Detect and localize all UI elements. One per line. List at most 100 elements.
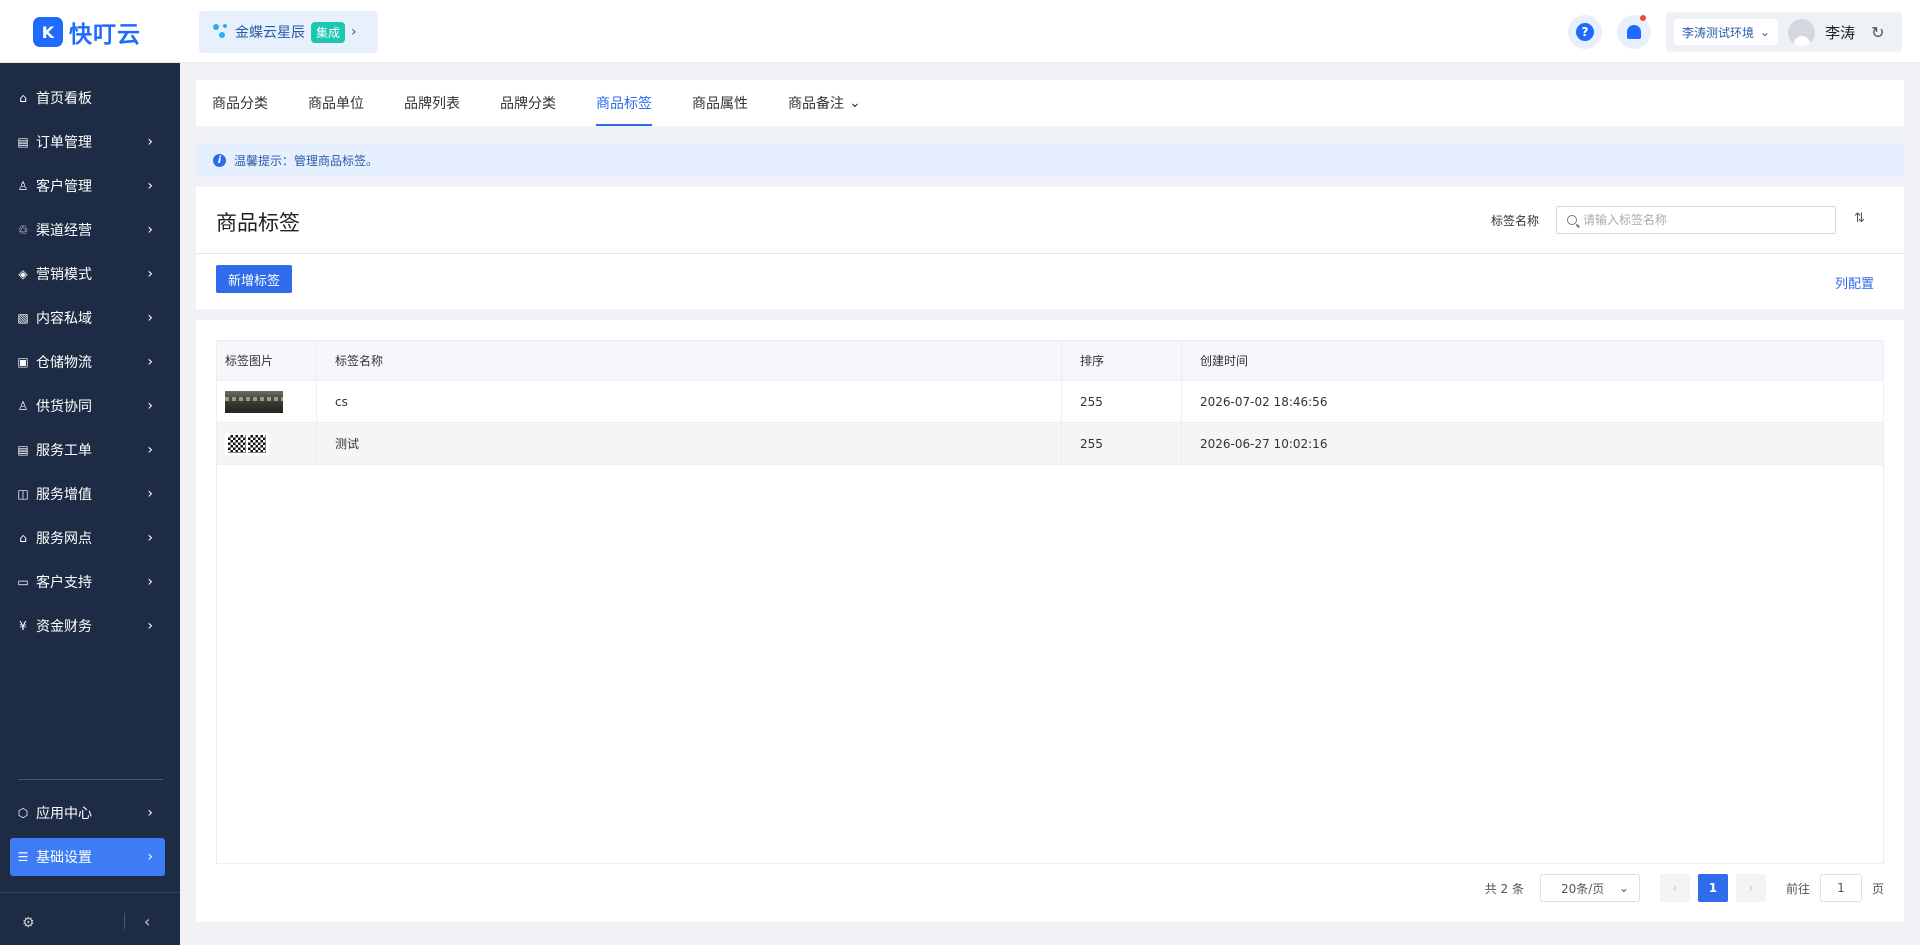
sidebar-item-warehouse[interactable]: ▣ 仓储物流 › <box>10 343 165 381</box>
page-suffix: 页 <box>1871 881 1884 896</box>
table-row[interactable]: cs 255 2026-07-02 18:46:56 <box>217 381 1883 423</box>
tag-icon: ◈ <box>18 267 28 281</box>
sidebar: ⌂ 首页看板 ▤ 订单管理 › ♙ 客户管理 › ♲ 渠道经营 › ◈ 营销模式 › ▧ 内容私域 ›… <box>0 63 180 945</box>
tab-product-category[interactable]: 商品分类 <box>212 80 268 126</box>
divider <box>196 253 1904 254</box>
chevron-right-icon: › <box>147 266 153 282</box>
integration-tag: 集成 <box>311 21 346 43</box>
search-box <box>1556 206 1836 234</box>
sidebar-item-app-center[interactable]: ⬡ 应用中心 › <box>10 794 165 832</box>
sidebar-item-orders[interactable]: ▤ 订单管理 › <box>10 123 165 161</box>
tab-product-unit[interactable]: 商品单位 <box>308 80 364 126</box>
notification-dot <box>1640 15 1646 21</box>
pagination: 共 2 条 20条/页 ⌄ ‹ 1 › 前往 页 <box>1485 874 1884 902</box>
search-input[interactable] <box>1583 213 1823 227</box>
home-icon: ⌂ <box>19 91 27 105</box>
help-icon: ? <box>1576 23 1594 41</box>
yen-icon: ¥ <box>19 619 27 633</box>
tab-bar: 商品分类 商品单位 品牌列表 品牌分类 商品标签 商品属性 商品备注 ⌄ <box>196 80 1904 126</box>
app-logo[interactable]: K 快叮云 <box>33 15 141 49</box>
tab-product-notes[interactable]: 商品备注 ⌄ <box>788 80 861 126</box>
tab-product-attributes[interactable]: 商品属性 <box>692 80 748 126</box>
search-icon <box>1567 215 1577 225</box>
tag-thumbnail[interactable] <box>225 432 269 455</box>
user-panel: 李涛测试环境 ⌄ 李涛 ↻ <box>1666 12 1902 52</box>
page-number-current[interactable]: 1 <box>1697 874 1728 902</box>
env-select[interactable]: 李涛测试环境 ⌄ <box>1674 19 1779 45</box>
created-cell: 2026-06-27 10:02:16 <box>1200 436 1328 451</box>
sidebar-item-workorders[interactable]: ▤ 服务工单 › <box>10 431 165 469</box>
chevron-right-icon: › <box>147 574 153 590</box>
sidebar-item-channels[interactable]: ♲ 渠道经营 › <box>10 211 165 249</box>
sort-cell: 255 <box>1062 423 1182 464</box>
sidebar-item-finance[interactable]: ¥ 资金财务 › <box>10 607 165 645</box>
sidebar-item-supply[interactable]: ♙ 供货协同 › <box>10 387 165 425</box>
sidebar-item-label: 服务工单 <box>36 443 92 459</box>
collapse-sidebar-icon[interactable]: ‹ <box>144 912 150 931</box>
gear-icon[interactable]: ⚙ <box>22 915 35 931</box>
sidebar-item-label: 仓储物流 <box>36 355 92 371</box>
sidebar-item-outlets[interactable]: ⌂ 服务网点 › <box>10 519 165 557</box>
page-size-select[interactable]: 20条/页 ⌄ <box>1539 874 1640 902</box>
sort-icon[interactable]: ⇅ <box>1854 211 1865 226</box>
header-tag-name: 标签名称 <box>317 341 1062 380</box>
env-label: 李涛测试环境 <box>1682 25 1755 40</box>
tags-table: 标签图片 标签名称 排序 创建时间 cs 255 2026-07-02 18:4… <box>216 340 1884 864</box>
user-icon: ♙ <box>17 179 29 193</box>
header-created: 创建时间 <box>1200 354 1249 368</box>
page-title: 商品标签 <box>216 211 300 235</box>
sidebar-item-label: 客户管理 <box>36 179 92 195</box>
top-header: K 快叮云 金蝶云星辰 集成 › ? 李涛测试环境 ⌄ 李涛 ↻ <box>0 0 1920 63</box>
notification-button[interactable] <box>1617 15 1651 49</box>
avatar[interactable] <box>1788 18 1816 46</box>
supplier-icon: ♙ <box>17 399 29 413</box>
next-page-button[interactable]: › <box>1735 874 1766 902</box>
chevron-right-icon: › <box>147 178 153 194</box>
chevron-right-icon: › <box>147 398 153 414</box>
prev-page-button[interactable]: ‹ <box>1659 874 1690 902</box>
sidebar-item-label: 基础设置 <box>36 850 92 866</box>
sort-cell: 255 <box>1062 381 1182 422</box>
logo-icon: K <box>33 17 63 47</box>
table-header: 标签图片 标签名称 排序 创建时间 <box>217 341 1883 381</box>
tab-brand-category[interactable]: 品牌分类 <box>500 80 556 126</box>
sidebar-divider <box>18 779 163 780</box>
chevron-right-icon: › <box>147 486 153 502</box>
total-count: 共 2 条 <box>1484 881 1524 896</box>
tag-image-cell <box>217 381 317 422</box>
username[interactable]: 李涛 <box>1825 22 1855 43</box>
sidebar-item-marketing[interactable]: ◈ 营销模式 › <box>10 255 165 293</box>
sidebar-footer-divider <box>0 892 180 893</box>
tab-brand-list[interactable]: 品牌列表 <box>404 80 460 126</box>
goto-page-input[interactable] <box>1819 874 1862 902</box>
sidebar-item-home[interactable]: ⌂ 首页看板 <box>10 79 165 117</box>
store-icon: ⌂ <box>19 531 27 545</box>
tab-product-tags[interactable]: 商品标签 <box>596 80 652 126</box>
sidebar-item-label: 营销模式 <box>36 267 92 283</box>
help-button[interactable]: ? <box>1568 15 1602 49</box>
table-panel: 标签图片 标签名称 排序 创建时间 cs 255 2026-07-02 18:4… <box>196 320 1904 922</box>
chevron-down-icon: ⌄ <box>1760 25 1771 39</box>
chevron-down-icon: ⌄ <box>849 95 861 111</box>
sidebar-item-basic-settings[interactable]: ☰ 基础设置 › <box>10 838 165 876</box>
chevron-right-icon: › <box>147 530 153 546</box>
sidebar-item-content[interactable]: ▧ 内容私域 › <box>10 299 165 337</box>
filter-panel: 商品标签 标签名称 ⇅ 新增标签 列配置 <box>196 187 1904 309</box>
refresh-icon[interactable]: ↻ <box>1871 23 1884 42</box>
sidebar-item-value-added[interactable]: ◫ 服务增值 › <box>10 475 165 513</box>
sidebar-item-support[interactable]: ▭ 客户支持 › <box>10 563 165 601</box>
table-row[interactable]: 测试 255 2026-06-27 10:02:16 <box>217 423 1883 465</box>
column-config-link[interactable]: 列配置 <box>1835 273 1874 292</box>
sidebar-item-customers[interactable]: ♙ 客户管理 › <box>10 167 165 205</box>
order-icon: ▤ <box>17 135 29 149</box>
tip-text: 温馨提示：管理商品标签。 <box>234 153 379 168</box>
add-tag-button[interactable]: 新增标签 <box>216 265 292 293</box>
integration-badge[interactable]: 金蝶云星辰 集成 › <box>199 11 378 53</box>
filter-label: 标签名称 <box>1491 214 1540 228</box>
tag-thumbnail[interactable] <box>225 390 283 413</box>
bell-icon <box>1627 25 1641 39</box>
tab-label: 商品备注 <box>788 96 844 112</box>
tag-image-cell <box>217 423 317 464</box>
sidebar-item-label: 渠道经营 <box>36 223 92 239</box>
image-icon: ▧ <box>17 311 29 325</box>
